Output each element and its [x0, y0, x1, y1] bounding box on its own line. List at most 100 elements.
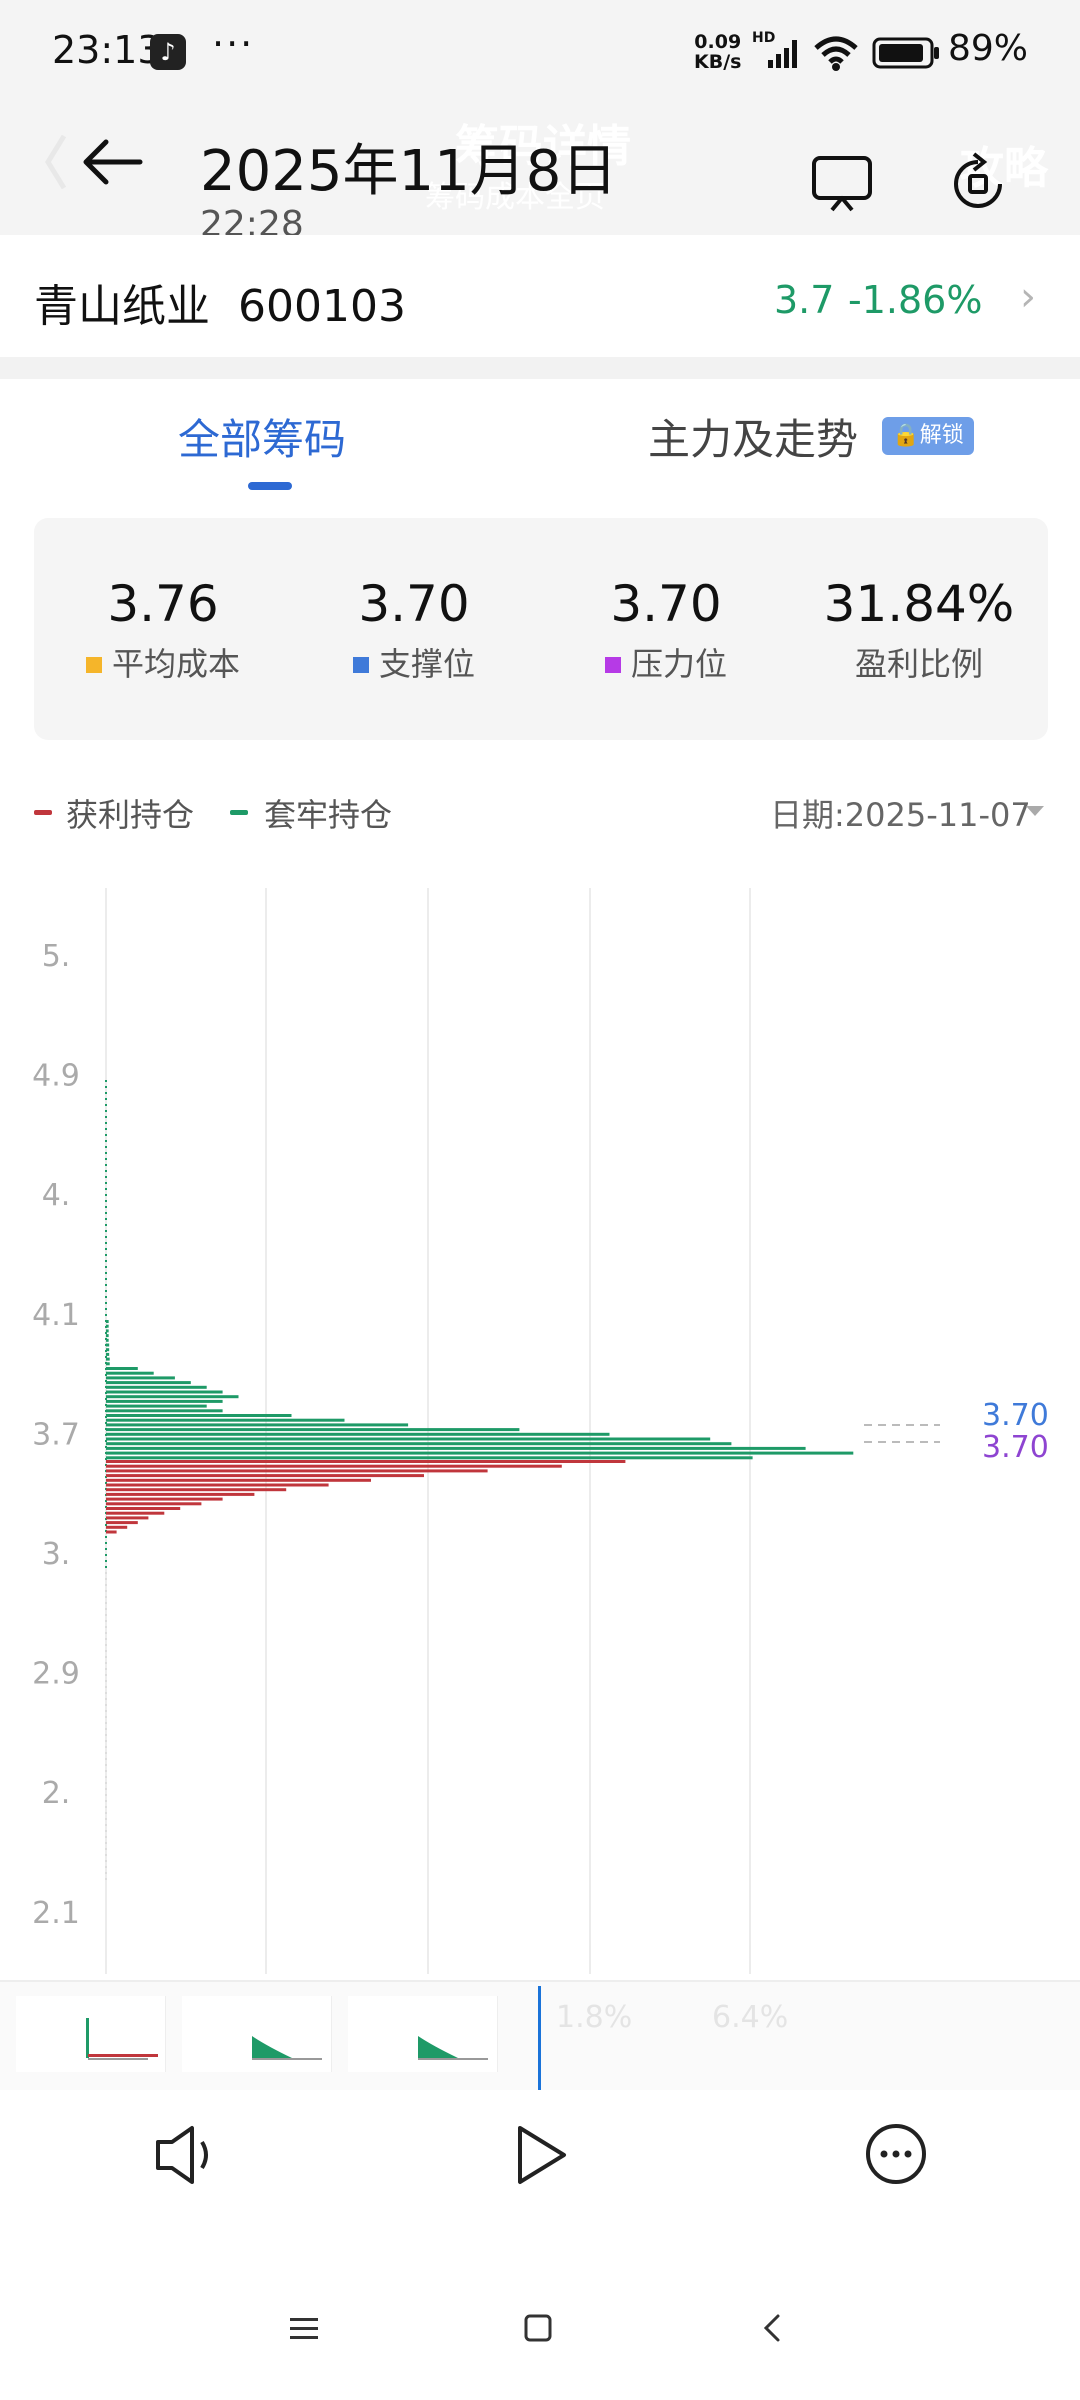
axis-dot	[105, 1308, 107, 1310]
profit-bar	[106, 1521, 138, 1525]
timeline-thumbnail[interactable]	[348, 1996, 498, 2072]
trapped-bar	[106, 1456, 753, 1460]
trapped-bar	[106, 1352, 110, 1356]
trapped-bar	[106, 1385, 207, 1389]
axis-dot	[105, 1806, 107, 1808]
recording-date: 2025年11月8日	[200, 139, 618, 204]
volume-icon[interactable]	[150, 2120, 220, 2190]
y-tick-label: 3.	[42, 1537, 71, 1572]
trapped-bar	[106, 1437, 711, 1441]
chevron-down-icon[interactable]	[1026, 806, 1044, 816]
unlock-label: 解锁	[919, 423, 964, 448]
wifi-icon	[814, 36, 858, 71]
timeline-thumbnail[interactable]	[16, 1996, 166, 2072]
axis-dot	[105, 1188, 107, 1190]
axis-dot	[105, 1668, 107, 1670]
y-tick-label: 4.	[42, 1178, 71, 1213]
back-arrow-icon[interactable]	[40, 128, 150, 198]
axis-dot	[105, 1254, 107, 1256]
stock-name-code: 青山纸业 600103	[34, 270, 406, 334]
axis-dot	[105, 1776, 107, 1778]
trapped-bar	[106, 1338, 109, 1342]
unlock-badge[interactable]: 🔒解锁	[882, 417, 974, 455]
battery-icon	[872, 37, 939, 69]
trapped-bar	[106, 1414, 292, 1417]
axis-dot	[105, 1548, 107, 1550]
axis-dot	[105, 1764, 107, 1766]
trapped-bar	[106, 1423, 409, 1427]
axis-dot	[105, 1566, 107, 1568]
home-icon[interactable]	[520, 2310, 556, 2346]
thumbnail-preview	[86, 2018, 158, 2060]
axis-dot	[105, 1824, 107, 1826]
trapped-bar	[106, 1320, 109, 1323]
axis-dot	[105, 1248, 107, 1250]
axis-dot	[105, 1296, 107, 1298]
tab-all-chips[interactable]: 全部筹码	[178, 406, 346, 467]
axis-dot	[105, 1740, 107, 1742]
date-selector[interactable]: 日期:2025-11-07	[770, 790, 1031, 836]
axis-dot	[105, 1146, 107, 1148]
axis-dot	[105, 1128, 107, 1130]
axis-dot	[105, 1302, 107, 1304]
trapped-bar	[106, 1446, 806, 1450]
rotate-icon[interactable]	[944, 150, 1012, 218]
chip-bars	[105, 1080, 854, 1880]
axis-dot	[105, 1272, 107, 1274]
trapped-bar	[106, 1404, 207, 1408]
axis-dot	[105, 1140, 107, 1142]
axis-dot	[105, 1638, 107, 1640]
trapped-bar	[106, 1442, 732, 1446]
tab-main-force[interactable]: 主力及走势	[648, 406, 858, 467]
chevron-right-icon[interactable]: ›	[1020, 274, 1036, 320]
profit-bar	[106, 1464, 562, 1468]
status-time: 23:13	[52, 28, 162, 72]
profit-bar	[106, 1511, 165, 1515]
axis-dot	[105, 1230, 107, 1232]
profit-bar	[106, 1507, 181, 1510]
more-circle-icon[interactable]	[860, 2118, 932, 2190]
timeline-strip[interactable]	[0, 1980, 1080, 2090]
axis-dot	[105, 1746, 107, 1748]
axis-dot	[105, 1866, 107, 1868]
stock-name: 青山纸业	[34, 281, 210, 332]
profit-bar	[106, 1469, 488, 1473]
axis-dot	[105, 1692, 107, 1694]
menu-icon[interactable]	[286, 2310, 322, 2346]
trapped-bar	[106, 1399, 223, 1403]
section-divider	[0, 357, 1080, 379]
timeline-playhead[interactable]	[538, 1986, 541, 2090]
stat-label-wrap: 压力位	[541, 644, 791, 684]
trapped-bar	[106, 1348, 110, 1352]
stock-change: -1.86%	[848, 278, 983, 322]
axis-dot	[105, 1584, 107, 1586]
axis-dot	[105, 1212, 107, 1214]
trapped-bar	[106, 1418, 345, 1422]
axis-dot	[105, 1734, 107, 1736]
trapped-bar	[106, 1357, 110, 1361]
trapped-bar	[106, 1390, 223, 1394]
y-tick-label: 2.9	[32, 1657, 80, 1692]
y-tick-label: 3.7	[32, 1417, 80, 1452]
cast-icon[interactable]	[810, 152, 876, 216]
back-icon[interactable]	[756, 2310, 792, 2346]
play-icon[interactable]	[506, 2120, 576, 2190]
axis-dot	[105, 1242, 107, 1244]
thumbnail-preview	[418, 2036, 488, 2060]
stat-value: 3.70	[610, 575, 722, 633]
trapped-bar	[106, 1324, 109, 1328]
trapped-bar	[106, 1409, 223, 1413]
trapped-bar	[106, 1432, 610, 1436]
timeline-thumbnail[interactable]	[182, 1996, 332, 2072]
axis-dot	[105, 1770, 107, 1772]
axis-dot	[105, 1542, 107, 1544]
ghost-percent-1: 1.8%	[556, 2000, 633, 2035]
status-bar: 23:13 ♪ ··· 0.09 KB/s HD 89%	[0, 0, 1080, 110]
net-speed-unit: KB/s	[694, 51, 742, 73]
axis-dot	[105, 1176, 107, 1178]
axis-dot	[105, 1122, 107, 1124]
chip-distribution-chart: 5. 4.9 4. 4.1 3.7 3. 2.9 2. 2.1 3.70 3.70	[32, 888, 1049, 1974]
axis-dot	[105, 1170, 107, 1172]
battery-percent: 89%	[948, 28, 1029, 69]
support-swatch	[352, 657, 369, 673]
